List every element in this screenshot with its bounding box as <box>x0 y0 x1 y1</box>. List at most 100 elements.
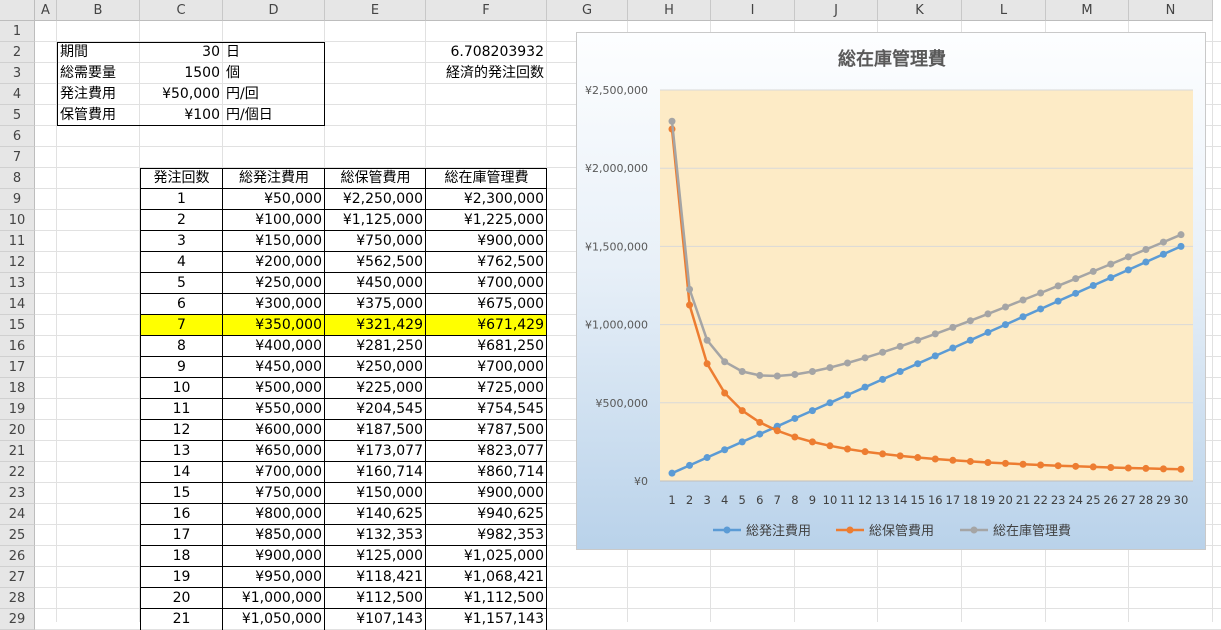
order-count-cell[interactable]: 8 <box>140 336 223 357</box>
row-header-3[interactable]: 3 <box>0 63 35 84</box>
cost-cell[interactable]: ¥1,112,500 <box>426 588 547 609</box>
column-header-g[interactable]: G <box>547 0 628 21</box>
row-header-23[interactable]: 23 <box>0 483 35 504</box>
order-count-cell[interactable]: 13 <box>140 441 223 462</box>
order-count-cell[interactable]: 3 <box>140 231 223 252</box>
cost-cell[interactable]: ¥200,000 <box>223 252 325 273</box>
row-header-13[interactable]: 13 <box>0 273 35 294</box>
cost-cell[interactable]: ¥754,545 <box>426 399 547 420</box>
row-header-15[interactable]: 15 <box>0 315 35 336</box>
cost-cell[interactable]: ¥132,353 <box>325 525 426 546</box>
param-value[interactable]: ¥100 <box>140 105 223 126</box>
param-label[interactable]: 保管費用 <box>57 105 140 126</box>
row-header-4[interactable]: 4 <box>0 84 35 105</box>
table-header[interactable]: 総保管費用 <box>325 168 426 189</box>
cost-cell[interactable]: ¥150,000 <box>223 231 325 252</box>
row-header-8[interactable]: 8 <box>0 168 35 189</box>
cost-cell[interactable]: ¥750,000 <box>325 231 426 252</box>
row-header-24[interactable]: 24 <box>0 504 35 525</box>
column-header-b[interactable]: B <box>57 0 140 21</box>
row-header-11[interactable]: 11 <box>0 231 35 252</box>
cost-cell[interactable]: ¥250,000 <box>223 273 325 294</box>
cost-cell[interactable]: ¥950,000 <box>223 567 325 588</box>
table-header[interactable]: 総発注費用 <box>223 168 325 189</box>
cost-cell[interactable]: ¥900,000 <box>223 546 325 567</box>
cost-cell[interactable]: ¥900,000 <box>426 231 547 252</box>
cost-cell[interactable]: ¥1,157,143 <box>426 609 547 630</box>
param-label[interactable]: 期間 <box>57 42 140 63</box>
cost-cell[interactable]: ¥225,000 <box>325 378 426 399</box>
row-header-16[interactable]: 16 <box>0 336 35 357</box>
row-header-19[interactable]: 19 <box>0 399 35 420</box>
cost-cell[interactable]: ¥1,025,000 <box>426 546 547 567</box>
order-count-cell[interactable]: 14 <box>140 462 223 483</box>
cost-cell[interactable]: ¥118,421 <box>325 567 426 588</box>
row-header-1[interactable]: 1 <box>0 21 35 42</box>
column-header-f[interactable]: F <box>426 0 547 21</box>
eoq-label[interactable]: 経済的発注回数 <box>426 63 547 84</box>
cost-cell[interactable]: ¥107,143 <box>325 609 426 630</box>
row-header-9[interactable]: 9 <box>0 189 35 210</box>
order-count-cell[interactable]: 4 <box>140 252 223 273</box>
row-header-25[interactable]: 25 <box>0 525 35 546</box>
row-header-5[interactable]: 5 <box>0 105 35 126</box>
cost-cell[interactable]: ¥112,500 <box>325 588 426 609</box>
row-header-12[interactable]: 12 <box>0 252 35 273</box>
cost-cell[interactable]: ¥160,714 <box>325 462 426 483</box>
param-value[interactable]: 30 <box>140 42 223 63</box>
cost-cell[interactable]: ¥940,625 <box>426 504 547 525</box>
cost-cell[interactable]: ¥350,000 <box>223 315 325 336</box>
cost-cell[interactable]: ¥562,500 <box>325 252 426 273</box>
param-label[interactable]: 総需要量 <box>57 63 140 84</box>
cost-cell[interactable]: ¥204,545 <box>325 399 426 420</box>
cost-cell[interactable]: ¥500,000 <box>223 378 325 399</box>
row-header-18[interactable]: 18 <box>0 378 35 399</box>
cost-cell[interactable]: ¥1,050,000 <box>223 609 325 630</box>
cost-cell[interactable]: ¥762,500 <box>426 252 547 273</box>
cost-cell[interactable]: ¥860,714 <box>426 462 547 483</box>
cost-cell[interactable]: ¥150,000 <box>325 483 426 504</box>
cost-cell[interactable]: ¥700,000 <box>223 462 325 483</box>
cost-cell[interactable]: ¥250,000 <box>325 357 426 378</box>
cost-cell[interactable]: ¥900,000 <box>426 483 547 504</box>
line-chart[interactable]: 総在庫管理費 ¥0 ¥500,000 ¥1,000,000 ¥1,500,000 ¥2,0… <box>576 32 1206 550</box>
column-header-e[interactable]: E <box>325 0 426 21</box>
column-header-c[interactable]: C <box>140 0 223 21</box>
order-count-cell[interactable]: 16 <box>140 504 223 525</box>
cost-cell[interactable]: ¥140,625 <box>325 504 426 525</box>
cost-cell[interactable]: ¥800,000 <box>223 504 325 525</box>
row-header-21[interactable]: 21 <box>0 441 35 462</box>
param-label[interactable]: 発注費用 <box>57 84 140 105</box>
cost-cell[interactable]: ¥1,068,421 <box>426 567 547 588</box>
eoq-value[interactable]: 6.708203932 <box>426 42 547 63</box>
order-count-cell[interactable]: 6 <box>140 294 223 315</box>
order-count-cell[interactable]: 9 <box>140 357 223 378</box>
column-header-d[interactable]: D <box>223 0 325 21</box>
cost-cell[interactable]: ¥100,000 <box>223 210 325 231</box>
table-header[interactable]: 総在庫管理費 <box>426 168 547 189</box>
cost-cell[interactable]: ¥850,000 <box>223 525 325 546</box>
order-count-cell[interactable]: 11 <box>140 399 223 420</box>
row-header-28[interactable]: 28 <box>0 588 35 609</box>
cost-cell[interactable]: ¥281,250 <box>325 336 426 357</box>
order-count-cell[interactable]: 18 <box>140 546 223 567</box>
row-header-17[interactable]: 17 <box>0 357 35 378</box>
cost-cell[interactable]: ¥982,353 <box>426 525 547 546</box>
param-unit[interactable]: 日 <box>223 42 325 63</box>
param-unit[interactable]: 円/回 <box>223 84 325 105</box>
cost-cell[interactable]: ¥1,000,000 <box>223 588 325 609</box>
cost-cell[interactable]: ¥450,000 <box>325 273 426 294</box>
select-all-corner[interactable] <box>0 0 35 21</box>
order-count-cell[interactable]: 17 <box>140 525 223 546</box>
cost-cell[interactable]: ¥321,429 <box>325 315 426 336</box>
row-header-20[interactable]: 20 <box>0 420 35 441</box>
cost-cell[interactable]: ¥750,000 <box>223 483 325 504</box>
cost-cell[interactable]: ¥671,429 <box>426 315 547 336</box>
cost-cell[interactable]: ¥681,250 <box>426 336 547 357</box>
order-count-cell[interactable]: 10 <box>140 378 223 399</box>
row-header-26[interactable]: 26 <box>0 546 35 567</box>
table-header[interactable]: 発注回数 <box>140 168 223 189</box>
row-header-6[interactable]: 6 <box>0 126 35 147</box>
cost-cell[interactable]: ¥650,000 <box>223 441 325 462</box>
order-count-cell[interactable]: 5 <box>140 273 223 294</box>
